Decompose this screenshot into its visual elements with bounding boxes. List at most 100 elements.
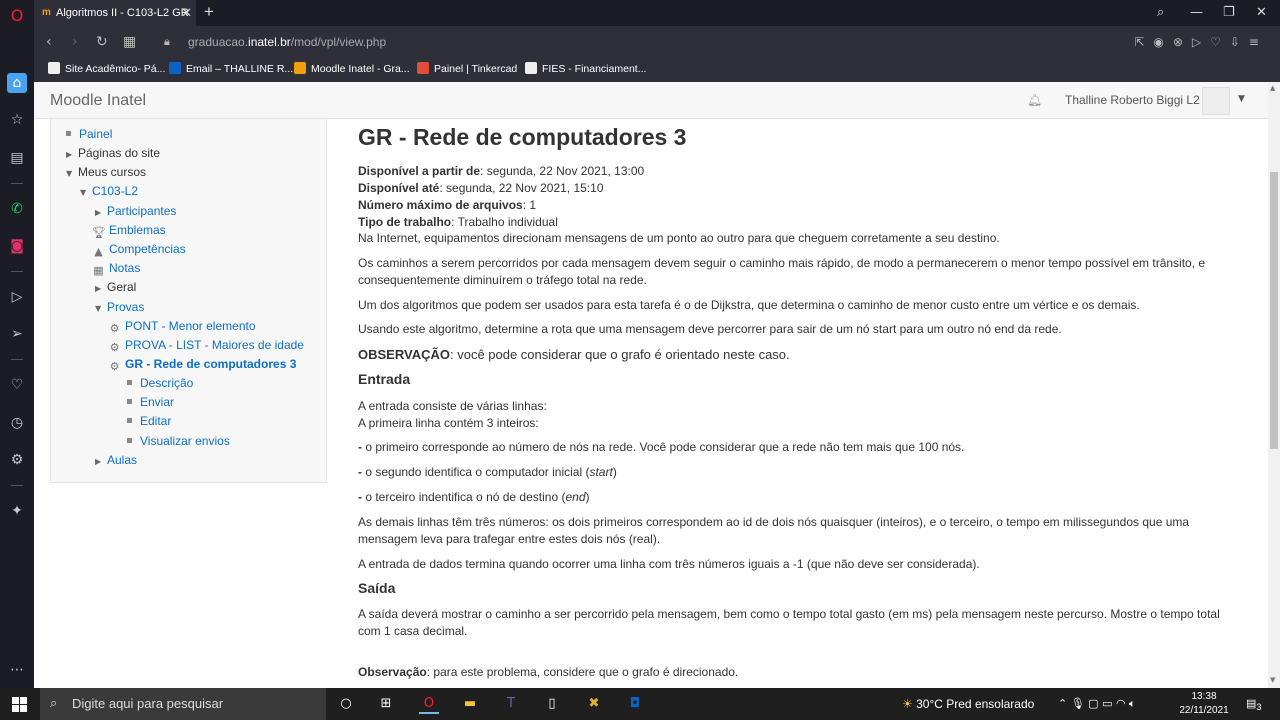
chevron-down-icon[interactable]: ▼ — [1238, 82, 1245, 117]
opera-taskbar-icon[interactable]: O — [419, 694, 439, 714]
browser-tab[interactable]: m Algoritmos II - C103-L2 GR ✕ — [34, 0, 196, 26]
weather-widget[interactable]: ☀ 30°C Pred ensolarado — [902, 688, 1034, 720]
nav-item-enviar[interactable]: Enviar — [127, 394, 174, 410]
chevron-down-icon: ▼ — [80, 188, 87, 197]
url-field[interactable]: graduacao.inatel.br/mod/vpl/view.php — [188, 26, 386, 58]
page-title: GR - Rede de computadores 3 — [358, 124, 687, 150]
nav-item-visualizar[interactable]: Visualizar envios — [127, 433, 230, 449]
scrollbar[interactable]: ▲ ▼ — [1268, 82, 1280, 688]
search-tabs-icon[interactable]: ⌕ — [1157, 0, 1164, 26]
bookmark-item[interactable]: Email – THALLINE R... — [169, 58, 293, 80]
page-icon — [48, 62, 60, 74]
system-tray-icons[interactable]: ⌃ 🎙︎ ▢ ▭ ◠ 🔈︎ — [1058, 688, 1136, 720]
nav-item-gr[interactable]: ⚙ GR - Rede de computadores 3 — [108, 356, 297, 373]
speed-dial-icon[interactable]: ⌂ — [7, 73, 27, 93]
nav-item-prova-list[interactable]: ⚙ PROVA - LIST - Maiores de idade — [108, 337, 304, 354]
max-files: Número máximo de arquivos: 1 — [358, 198, 537, 212]
bookmark-item[interactable]: Site Acadêmico- Pá... — [48, 58, 165, 80]
list-line: - o segundo identifica o computador inic… — [358, 465, 617, 479]
sidebar-divider — [11, 359, 23, 360]
competency-icon: ▲ — [94, 245, 103, 258]
nav-item-emblemas[interactable]: 🏆︎ Emblemas — [92, 222, 166, 239]
close-tab-icon[interactable]: ✕ — [181, 0, 192, 26]
paragraph: Um dos algoritmos que podem ser usados p… — [358, 298, 1140, 312]
app-icon[interactable]: ✖ — [584, 694, 604, 714]
paragraph: Na Internet, equipamentos direcionam men… — [358, 231, 1000, 245]
notification-bell-icon[interactable]: 🔔︎ — [1027, 93, 1042, 107]
scroll-down-icon[interactable]: ▼ — [1270, 676, 1275, 684]
taskbar-search[interactable]: ⌕ Digite aqui para pesquisar — [40, 688, 326, 720]
chevron-right-icon: ▶ — [95, 284, 102, 293]
news-icon[interactable]: ▤ — [7, 148, 27, 168]
windows-taskbar: ⌕ Digite aqui para pesquisar ○ ⊞ O ▬ T ▯… — [0, 688, 1280, 720]
restore-icon[interactable]: ❐ — [1223, 0, 1235, 26]
tabs-grid-icon[interactable]: ▦ — [123, 26, 136, 58]
settings-icon[interactable]: ⚙ — [7, 450, 27, 470]
teams-icon[interactable]: T — [501, 694, 521, 714]
user-name[interactable]: Thalline Roberto Biggi L2 — [1065, 82, 1200, 119]
opera-logo-icon[interactable]: O — [7, 6, 27, 26]
windows-start-icon[interactable] — [12, 697, 27, 712]
bookmark-item[interactable]: FIES - Financiament... — [525, 58, 646, 80]
nav-item-aulas[interactable]: ▶ Aulas — [95, 452, 137, 470]
bullet-icon — [66, 131, 71, 136]
nav-item-provas[interactable]: ▼ Provas — [95, 299, 144, 317]
nav-item-notas[interactable]: ▦ Notas — [92, 260, 140, 277]
tips-icon[interactable]: ✦ — [7, 501, 27, 521]
nav-item-participantes[interactable]: ▶ Participantes — [95, 203, 176, 221]
nav-item-descricao[interactable]: Descrição — [127, 375, 193, 391]
paragraph: Os caminhos a serem percorridos por cada… — [358, 256, 1206, 287]
availability-start: Disponível a partir de: segunda, 22 Nov … — [358, 164, 645, 178]
chevron-right-icon: ▶ — [95, 208, 102, 217]
reload-icon[interactable]: ↻ — [96, 26, 108, 58]
bullet-icon — [127, 438, 132, 443]
chevron-right-icon: ▶ — [66, 150, 73, 159]
page-icon — [525, 62, 537, 74]
new-tab-button[interactable]: + — [204, 0, 214, 24]
list-line: - o terceiro indentifica o nó de destino… — [358, 490, 590, 504]
file-explorer-icon[interactable]: ▬ — [460, 694, 480, 714]
nav-item-editar[interactable]: Editar — [127, 413, 171, 429]
forward-icon[interactable]: › — [72, 26, 78, 58]
notepad-icon[interactable]: ▯ — [542, 694, 562, 714]
search-icon: ⌕ — [50, 696, 58, 711]
player-icon[interactable]: ▷ — [7, 287, 27, 307]
close-window-icon[interactable]: ✕ — [1256, 0, 1267, 26]
avatar[interactable] — [1202, 87, 1230, 115]
whatsapp-icon[interactable]: ✆ — [7, 199, 27, 219]
minimize-icon[interactable]: — — [1190, 0, 1203, 26]
scrollbar-thumb[interactable] — [1270, 172, 1278, 449]
nav-item-pont[interactable]: ⚙ PONT - Menor elemento — [108, 318, 256, 335]
section-heading-saida: Saída — [358, 580, 396, 596]
scroll-up-icon[interactable]: ▲ — [1270, 84, 1275, 92]
nav-item-meus-cursos[interactable]: ▼ Meus cursos — [66, 164, 146, 182]
send-icon[interactable]: ➢ — [7, 324, 27, 344]
paragraph: A primeira linha contém 3 inteiros: — [358, 416, 539, 430]
nav-item-curso[interactable]: ▼ C103-L2 — [80, 183, 138, 201]
vpl-icon: ⚙ — [109, 341, 120, 354]
notification-center-icon[interactable]: ▤3 — [1246, 688, 1262, 723]
clock[interactable]: 13:38 22/11/2021 — [1176, 690, 1232, 718]
availability-end: Disponível até: segunda, 22 Nov 2021, 15… — [358, 181, 604, 195]
heart-icon[interactable]: ♡ — [7, 375, 27, 395]
address-actions[interactable]: ⇱◉⊗▷♡⇩≡ — [1134, 26, 1268, 58]
bookmarks-icon[interactable]: ☆ — [7, 110, 27, 130]
more-icon[interactable]: ⋯ — [7, 660, 27, 680]
task-view-icon[interactable]: ⊞ — [376, 694, 396, 714]
section-heading-entrada: Entrada — [358, 371, 411, 387]
instagram-icon[interactable]: ◙ — [7, 236, 27, 256]
back-icon[interactable]: ‹ — [46, 26, 52, 58]
history-icon[interactable]: ◷ — [7, 413, 27, 433]
nav-item-geral[interactable]: ▶ Geral — [95, 279, 136, 297]
outlook-taskbar-icon[interactable]: ◘ — [625, 694, 645, 714]
nav-item-paginas[interactable]: ▶ Páginas do site — [66, 145, 160, 163]
cortana-icon[interactable]: ○ — [336, 694, 356, 714]
bookmark-item[interactable]: Painel | Tinkercad — [417, 58, 517, 80]
bookmark-item[interactable]: Moodle Inatel - Gra... — [294, 58, 410, 80]
trophy-icon: 🏆︎ — [92, 226, 106, 239]
site-brand[interactable]: Moodle Inatel — [50, 82, 146, 119]
nav-item-competencias[interactable]: ▲ Competências — [92, 241, 185, 258]
paragraph: A entrada de dados termina quando ocorre… — [358, 557, 980, 571]
lock-icon[interactable]: 🔒︎ — [164, 26, 170, 58]
nav-item-painel[interactable]: Painel — [66, 126, 112, 142]
